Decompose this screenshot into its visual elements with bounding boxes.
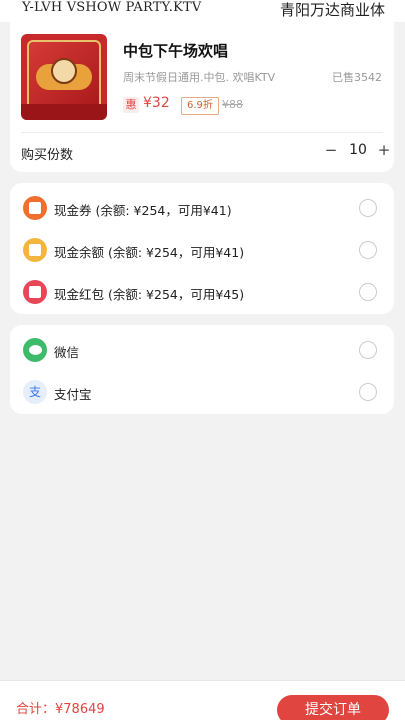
order-total: 合计：¥78649: [16, 702, 105, 717]
sold-count: 已售3542: [332, 71, 382, 84]
radio-button[interactable]: [359, 383, 377, 401]
product-image: [21, 34, 107, 120]
payment-option-label: 微信: [54, 345, 80, 360]
product-description: 周末节假日通用.中包. 欢唱KTV: [123, 71, 276, 84]
wallet-icon: [23, 238, 47, 262]
venue-name-cn: 青阳万达商业体: [279, 1, 385, 19]
sale-price: ¥32: [143, 95, 170, 111]
alipay-icon: 支: [23, 380, 47, 404]
submit-order-button[interactable]: 提交订单: [277, 695, 389, 720]
radio-button[interactable]: [359, 199, 377, 217]
payment-option-wechat[interactable]: 微信: [10, 330, 394, 372]
wallet-option-label: 现金券 (余额: ¥254，可用¥41): [54, 203, 232, 218]
radio-button[interactable]: [359, 283, 377, 301]
product-card: 中包下午场欢唱 周末节假日通用.中包. 欢唱KTV 已售3542 惠 ¥32 6…: [10, 22, 394, 172]
red-packet-icon: [23, 280, 47, 304]
quantity-value[interactable]: 10: [343, 142, 373, 158]
quantity-label: 购买份数: [21, 148, 74, 163]
payment-methods-card: 微信 支 支付宝: [10, 325, 394, 414]
discount-tag: 惠: [123, 97, 139, 113]
product-title: 中包下午场欢唱: [123, 42, 229, 60]
divider: [21, 132, 383, 133]
original-price: ¥88: [222, 98, 243, 111]
payment-option-label: 支付宝: [54, 387, 92, 402]
quantity-minus-button[interactable]: −: [321, 140, 341, 160]
quantity-plus-button[interactable]: +: [375, 140, 393, 160]
radio-button[interactable]: [359, 341, 377, 359]
coupon-icon: [23, 196, 47, 220]
checkout-bar: 合计：¥78649 提交订单: [0, 680, 405, 720]
wallet-option-label: 现金红包 (余额: ¥254，可用¥45): [54, 287, 245, 302]
header-bar: Y-LVH VSHOW PARTY.KTV 青阳万达商业体: [0, 0, 405, 22]
wallet-options-card: 现金券 (余额: ¥254，可用¥41) 现金余额 (余额: ¥254，可用¥4…: [10, 183, 394, 314]
wallet-option-balance[interactable]: 现金余额 (余额: ¥254，可用¥41): [10, 230, 394, 272]
wallet-option-label: 现金余额 (余额: ¥254，可用¥41): [54, 245, 245, 260]
discount-badge: 6.9折: [181, 97, 219, 115]
radio-button[interactable]: [359, 241, 377, 259]
wechat-icon: [23, 338, 47, 362]
wallet-option-coupon[interactable]: 现金券 (余额: ¥254，可用¥41): [10, 188, 394, 230]
wallet-option-red-packet[interactable]: 现金红包 (余额: ¥254，可用¥45): [10, 272, 394, 314]
venue-name-en: Y-LVH VSHOW PARTY.KTV: [22, 0, 202, 15]
payment-option-alipay[interactable]: 支 支付宝: [10, 372, 394, 414]
